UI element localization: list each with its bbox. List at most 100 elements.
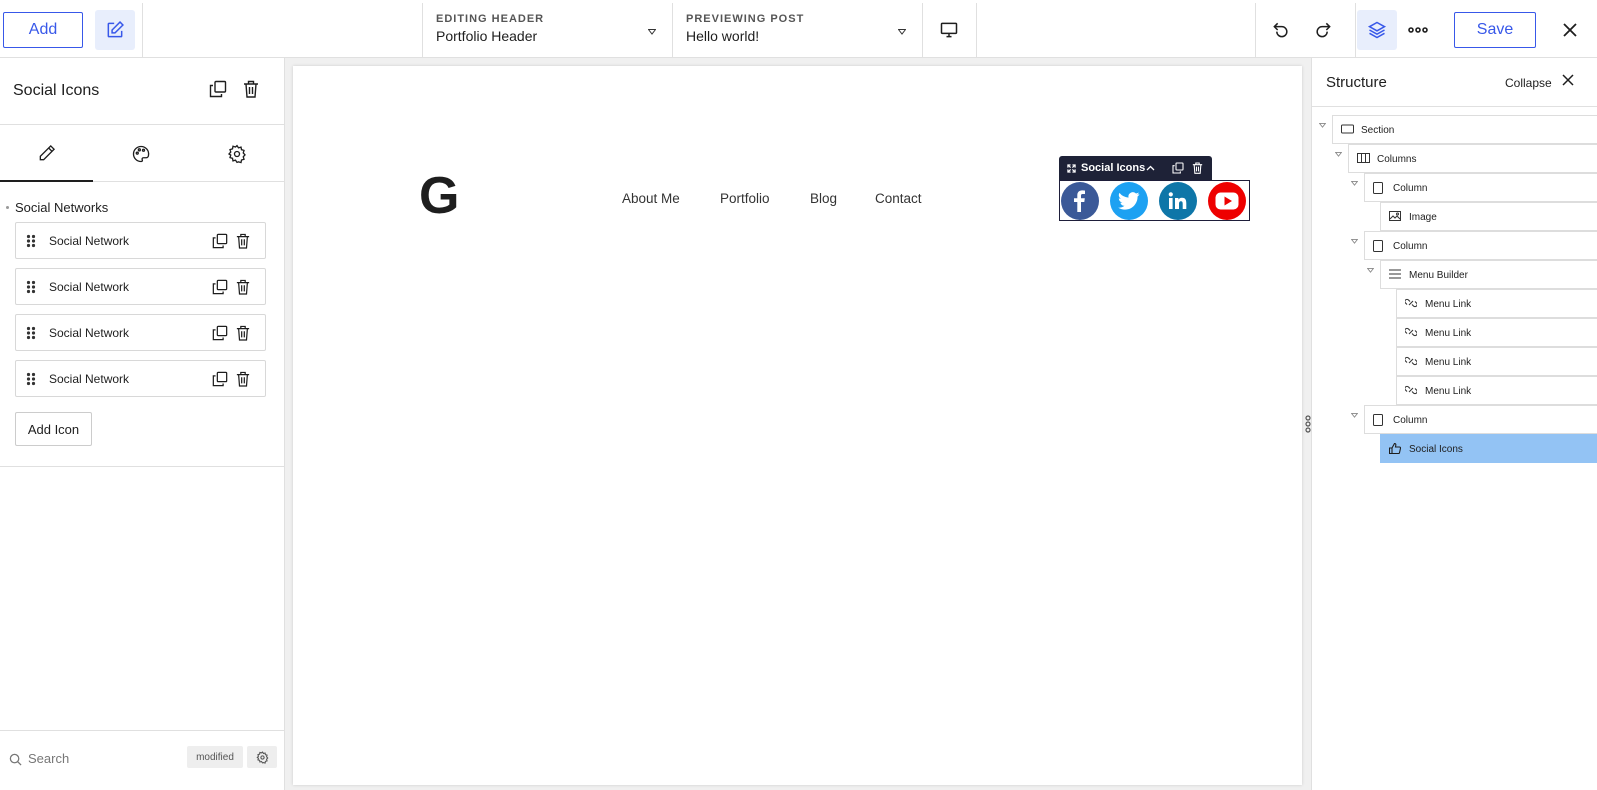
list-item-label: Social Network [49, 234, 130, 248]
tree-node-social-icons[interactable]: Social Icons [1380, 434, 1597, 463]
trash-icon[interactable] [236, 325, 250, 341]
twitter-icon[interactable] [1110, 182, 1148, 220]
drag-handle-icon[interactable] [26, 234, 36, 248]
tab-content[interactable] [0, 125, 93, 182]
save-button[interactable]: Save [1454, 12, 1536, 48]
tree-node-section[interactable]: Section [1332, 115, 1597, 144]
caret-down-icon [898, 29, 906, 35]
tree-node-label: Column [1393, 241, 1428, 252]
element-toolbar[interactable]: Social Icons [1059, 156, 1212, 180]
caret-down-icon[interactable] [1351, 239, 1358, 244]
drag-handle-icon[interactable] [26, 280, 36, 294]
tab-advanced[interactable] [190, 125, 283, 182]
trash-icon[interactable] [1192, 162, 1203, 174]
trash-icon[interactable] [236, 233, 250, 249]
tree-node-column[interactable]: Column [1364, 405, 1597, 434]
palette-icon [132, 145, 149, 162]
thumbs-up-icon [1389, 443, 1401, 454]
more-horizontal-icon [1408, 27, 1428, 33]
caret-down-icon[interactable] [1319, 123, 1326, 128]
edit-mode-button[interactable] [95, 10, 135, 50]
bullet-dot [6, 206, 9, 209]
search-input[interactable]: Search [28, 751, 69, 766]
divider [1312, 106, 1597, 107]
caret-down-icon[interactable] [1335, 152, 1342, 157]
tree-node-menu-link[interactable]: Menu Link [1396, 289, 1597, 318]
tree-node-label: Menu Link [1425, 299, 1472, 310]
linkedin-icon[interactable] [1159, 182, 1197, 220]
close-icon[interactable] [1562, 74, 1574, 86]
list-item[interactable]: Social Network [15, 360, 266, 397]
tree-node-image[interactable]: Image [1380, 202, 1597, 231]
previewing-post-select[interactable]: PREVIEWING POST Hello world! [672, 3, 922, 58]
collapse-button[interactable]: Collapse [1505, 76, 1552, 90]
move-icon[interactable] [1067, 164, 1076, 173]
delete-element-button[interactable] [243, 80, 259, 98]
device-preview-button[interactable] [929, 10, 969, 50]
trash-icon[interactable] [236, 371, 250, 387]
element-toolbar-label: Social Icons [1081, 162, 1146, 174]
duplicate-icon[interactable] [212, 325, 228, 341]
facebook-icon[interactable] [1061, 182, 1099, 220]
duplicate-icon[interactable] [1172, 162, 1184, 174]
list-item[interactable]: Social Network [15, 268, 266, 305]
list-item-label: Social Network [49, 372, 130, 386]
add-icon-button[interactable]: Add Icon [15, 412, 92, 446]
duplicate-element-button[interactable] [209, 80, 227, 98]
nav-link-contact[interactable]: Contact [875, 191, 922, 206]
duplicate-icon[interactable] [212, 371, 228, 387]
divider [142, 3, 143, 58]
gear-icon [227, 144, 246, 163]
structure-title: Structure [1326, 74, 1387, 91]
caret-down-icon[interactable] [1351, 413, 1358, 418]
add-button[interactable]: Add [3, 12, 83, 48]
close-editor-button[interactable] [1550, 10, 1590, 50]
footer-settings-button[interactable] [247, 746, 277, 768]
tree-node-menu-link[interactable]: Menu Link [1396, 376, 1597, 405]
modified-badge[interactable]: modified [187, 746, 243, 768]
site-logo[interactable]: G [419, 166, 459, 226]
element-title: Social Icons [13, 82, 100, 99]
caret-down-icon[interactable] [1367, 268, 1374, 273]
tree-node-label: Menu Builder [1409, 270, 1468, 281]
page-canvas: G About Me Portfolio Blog Contact Social… [293, 66, 1302, 785]
duplicate-icon[interactable] [212, 233, 228, 249]
tree-node-menu-link[interactable]: Menu Link [1396, 347, 1597, 376]
editing-header-select[interactable]: EDITING HEADER Portfolio Header [422, 3, 672, 58]
duplicate-icon [209, 80, 227, 98]
more-options-button[interactable] [1398, 10, 1438, 50]
nav-link-blog[interactable]: Blog [810, 191, 837, 206]
nav-link-portfolio[interactable]: Portfolio [720, 191, 770, 206]
list-item[interactable]: Social Network [15, 222, 266, 259]
structure-toggle-button[interactable] [1357, 10, 1397, 50]
nav-link-about[interactable]: About Me [622, 191, 680, 206]
duplicate-icon[interactable] [212, 279, 228, 295]
divider [922, 3, 923, 58]
tree-node-label: Columns [1377, 154, 1417, 165]
redo-button[interactable] [1303, 10, 1343, 50]
tree-node-label: Column [1393, 415, 1428, 426]
youtube-icon[interactable] [1208, 182, 1246, 220]
list-item[interactable]: Social Network [15, 314, 266, 351]
settings-panel: Social Icons Social Networks Social Netw… [0, 58, 285, 790]
list-item-label: Social Network [49, 326, 130, 340]
columns-icon [1357, 153, 1370, 163]
drag-handle-icon[interactable] [26, 326, 36, 340]
drag-handle-icon[interactable] [26, 372, 36, 386]
chevron-up-icon[interactable] [1146, 165, 1155, 171]
undo-button[interactable] [1261, 10, 1301, 50]
caret-down-icon[interactable] [1351, 181, 1358, 186]
tree-node-label: Column [1393, 183, 1428, 194]
menu-icon [1389, 269, 1401, 279]
tab-style[interactable] [94, 125, 187, 182]
tree-node-columns[interactable]: Columns [1348, 144, 1597, 173]
tree-node-menu-builder[interactable]: Menu Builder [1380, 260, 1597, 289]
tree-node-label: Social Icons [1409, 444, 1463, 455]
tree-node-label: Image [1409, 212, 1437, 223]
close-icon [1563, 23, 1577, 37]
tree-node-column[interactable]: Column [1364, 173, 1597, 202]
column-icon [1373, 414, 1383, 426]
tree-node-column[interactable]: Column [1364, 231, 1597, 260]
trash-icon[interactable] [236, 279, 250, 295]
tree-node-menu-link[interactable]: Menu Link [1396, 318, 1597, 347]
